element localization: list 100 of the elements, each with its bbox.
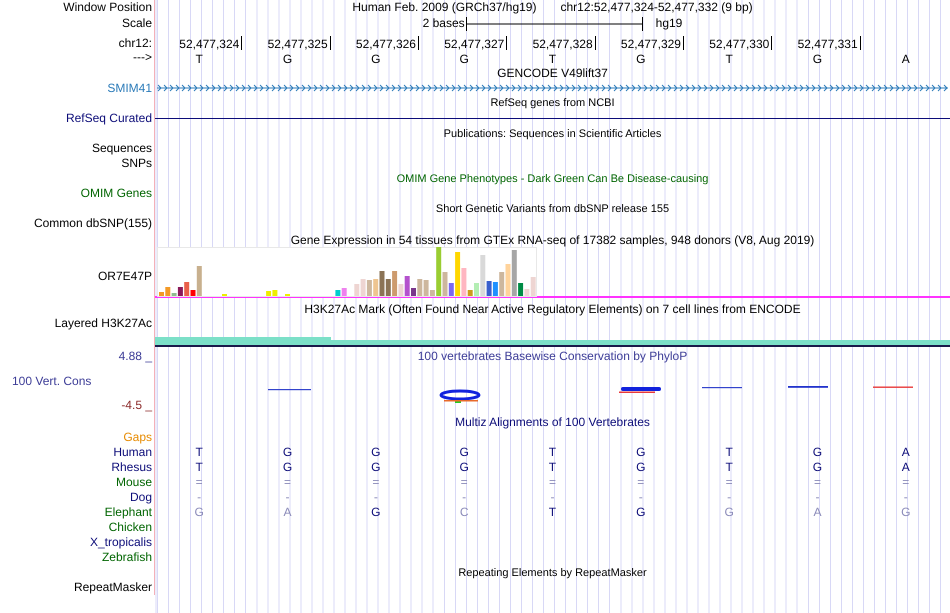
species-label[interactable]: Elephant: [104, 505, 152, 519]
track-label[interactable]: RepeatMasker: [74, 580, 152, 594]
aligned-base: G: [371, 445, 380, 459]
track-label[interactable]: Sequences: [92, 141, 152, 155]
track-label[interactable]: SMIM41: [107, 81, 152, 95]
aligned-base: -: [285, 490, 290, 504]
species-label[interactable]: Human: [113, 445, 152, 459]
base-letter: T: [195, 52, 203, 66]
ruler-position: 52,477,328: [532, 36, 596, 50]
aligned-base: =: [637, 475, 644, 489]
aligned-base: G: [371, 460, 380, 474]
conservation-mark: [702, 387, 742, 388]
ruler-label: --->: [133, 50, 152, 66]
species-label[interactable]: Dog: [130, 490, 152, 504]
position-text: chr12:52,477,324-52,477,332 (9 bp): [560, 0, 753, 15]
base-letter: G: [812, 52, 822, 66]
track-label[interactable]: RefSeq Curated: [66, 111, 152, 125]
aligned-base: =: [372, 475, 380, 489]
aligned-base: T: [548, 505, 556, 519]
conservation-mark: [788, 386, 828, 388]
ruler-label: Scale: [122, 15, 152, 32]
aligned-base: A: [902, 460, 910, 474]
track-label[interactable]: Common dbSNP(155): [34, 216, 152, 230]
sequence-logo-drawing: [440, 390, 480, 403]
aligned-base: -: [550, 490, 554, 504]
aligned-base: G: [194, 505, 204, 519]
ruler-label: chr12:: [118, 35, 152, 50]
base-letter: T: [725, 52, 733, 66]
track-label[interactable]: 4.88 _: [118, 349, 152, 363]
species-label[interactable]: X_tropicalis: [90, 535, 152, 549]
aligned-base: G: [459, 445, 469, 459]
species-label[interactable]: Rhesus: [111, 460, 152, 474]
track-title: Repeating Elements by RepeatMasker: [458, 567, 647, 579]
scale-assembly: hg19: [656, 16, 682, 31]
sequence-logo-drawing: [619, 387, 661, 393]
ruler-label: Window Position: [63, 0, 152, 15]
aligned-base: =: [902, 475, 910, 489]
track-label[interactable]: Layered H3K27Ac: [54, 316, 152, 330]
ruler-position: 52,477,326: [356, 36, 419, 50]
track-title: GENCODE V49lift37: [497, 66, 608, 80]
track-title: Publications: Sequences in Scientific Articles: [444, 128, 662, 140]
aligned-base: -: [815, 490, 820, 504]
aligned-base: T: [195, 460, 203, 474]
aligned-base: G: [812, 460, 822, 474]
aligned-base: G: [282, 460, 292, 474]
track-title: OMIM Gene Phenotypes - Dark Green Can Be Disease-causing: [396, 173, 708, 185]
aligned-base: =: [814, 475, 821, 489]
track-title: RefSeq genes from NCBI: [490, 97, 615, 109]
aligned-base: G: [636, 505, 646, 519]
track-label[interactable]: 100 Vert. Cons: [12, 374, 92, 388]
ruler-position: 52,477,329: [620, 36, 684, 50]
gene-arrow-line[interactable]: [155, 83, 950, 93]
aligned-base: =: [548, 475, 556, 489]
aligned-base: -: [197, 490, 202, 504]
species-label[interactable]: Mouse: [116, 475, 152, 489]
aligned-base: T: [725, 445, 733, 459]
aligned-base: =: [460, 475, 468, 489]
track-title: Short Genetic Variants from dbSNP release 155: [436, 203, 670, 215]
ruler-position: 52,477,324: [179, 36, 242, 50]
aligned-base: -: [374, 490, 378, 504]
aligned-base: =: [196, 475, 203, 489]
conservation-mark: [268, 389, 311, 390]
conservation-mark: [873, 386, 913, 388]
base-letter: T: [548, 52, 556, 66]
ruler-position: 52,477,325: [268, 36, 331, 50]
base-letter: G: [636, 52, 646, 66]
assembly-name: Human Feb. 2009 (GRCh37/hg19): [352, 0, 536, 15]
aligned-base: -: [638, 490, 643, 504]
aligned-base: T: [548, 460, 556, 474]
track-label[interactable]: SNPs: [121, 156, 152, 170]
aligned-base: =: [284, 475, 291, 489]
aligned-base: G: [459, 460, 469, 474]
ruler-position: 52,477,330: [709, 36, 772, 50]
scale-length: 2 bases: [422, 16, 465, 31]
aligned-base: -: [904, 490, 908, 504]
track-title: Multiz Alignments of 100 Vertebrates: [455, 415, 650, 429]
aligned-base: =: [726, 475, 733, 489]
aligned-base: T: [195, 445, 203, 459]
track-label[interactable]: OMIM Genes: [80, 186, 152, 200]
aligned-base: T: [548, 445, 556, 459]
aligned-base: A: [813, 505, 822, 519]
species-label[interactable]: Chicken: [108, 520, 152, 534]
aligned-base: -: [462, 490, 466, 504]
base-letter: A: [902, 52, 910, 66]
track-title: 100 vertebrates Basewise Conservation by PhyloP: [418, 349, 688, 363]
aligned-base: C: [460, 505, 468, 519]
track-label[interactable]: -4.5 _: [121, 398, 152, 412]
aligned-base: -: [727, 490, 732, 504]
aligned-base: G: [901, 505, 910, 519]
aligned-base: G: [282, 445, 292, 459]
base-letter: G: [371, 52, 380, 66]
track-label[interactable]: OR7E47P: [98, 268, 152, 282]
base-letter: G: [459, 52, 469, 66]
aligned-base: G: [636, 445, 646, 459]
aligned-base: G: [636, 460, 646, 474]
base-letter: G: [282, 52, 292, 66]
aligned-base: A: [283, 505, 292, 519]
species-label[interactable]: Zebrafish: [102, 550, 152, 564]
aligned-base: T: [725, 460, 733, 474]
track-title: H3K27Ac Mark (Often Found Near Active Regulatory Elements) on 7 cell lines from ENCODE: [304, 302, 801, 316]
